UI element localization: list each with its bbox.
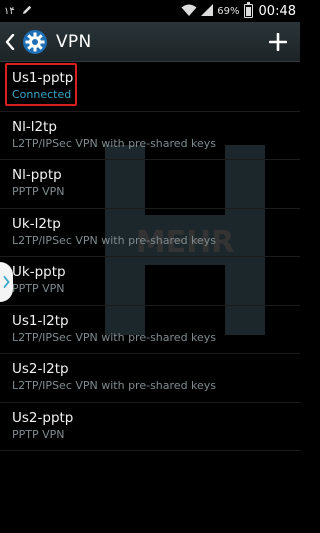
vpn-item-name: Uk-pptp	[12, 264, 66, 280]
vpn-item-nl-l2tp[interactable]: Nl-l2tp L2TP/IPSec VPN with pre-shared k…	[0, 112, 300, 160]
vpn-item-uk-l2tp[interactable]: Uk-l2tp L2TP/IPSec VPN with pre-shared k…	[0, 209, 300, 257]
vpn-item-us2-pptp[interactable]: Us2-pptp PPTP VPN	[0, 403, 300, 451]
vpn-item-name: Nl-l2tp	[12, 118, 57, 135]
action-bar: VPN	[0, 22, 300, 62]
vpn-item-status: Connected	[12, 88, 72, 101]
vpn-item-name: Us2-pptp	[12, 409, 74, 426]
status-bar: ۱۴ 69% 00:48	[0, 0, 300, 22]
chevron-right-icon	[3, 276, 10, 288]
notification-count: ۱۴	[4, 5, 15, 17]
vpn-item-type: PPTP VPN	[12, 185, 65, 198]
vpn-item-us2-l2tp[interactable]: Us2-l2tp L2TP/IPSec VPN with pre-shared …	[0, 354, 300, 403]
vpn-item-type: L2TP/IPSec VPN with pre-shared keys	[12, 379, 217, 392]
battery-icon	[243, 2, 253, 18]
vpn-item-uk-pptp[interactable]: Uk-pptp PPTP VPN	[0, 257, 300, 306]
vpn-item-name: Nl-pptp	[12, 167, 62, 183]
add-vpn-button[interactable]	[256, 22, 300, 62]
vpn-list: Us1-pptp Connected Nl-l2tp L2TP/IPSec VP…	[0, 63, 300, 451]
battery-percent: 69%	[217, 5, 240, 17]
vpn-item-us1-pptp[interactable]: Us1-pptp Connected	[0, 63, 300, 112]
gear-icon[interactable]	[20, 27, 50, 57]
vpn-item-type: PPTP VPN	[12, 282, 65, 295]
vpn-item-type: L2TP/IPSec VPN with pre-shared keys	[12, 330, 217, 344]
vpn-item-name: Uk-l2tp	[12, 215, 61, 232]
status-right: 69% 00:48	[181, 2, 296, 19]
signal-icon	[201, 3, 214, 19]
vpn-item-us1-l2tp[interactable]: Us1-l2tp L2TP/IPSec VPN with pre-shared …	[0, 306, 300, 354]
page-title: VPN	[56, 31, 92, 52]
pencil-icon	[21, 4, 33, 19]
wifi-icon	[181, 4, 197, 19]
vpn-item-type: L2TP/IPSec VPN with pre-shared keys	[12, 233, 217, 247]
vpn-item-name: Us2-l2tp	[12, 361, 69, 377]
status-left: ۱۴	[4, 4, 33, 19]
chevron-left-icon[interactable]	[2, 22, 18, 62]
vpn-item-name: Us1-pptp	[12, 70, 74, 86]
vpn-item-name: Us1-l2tp	[12, 312, 69, 329]
vpn-item-type: PPTP VPN	[12, 427, 65, 441]
vpn-item-type: L2TP/IPSec VPN with pre-shared keys	[12, 136, 217, 150]
status-clock: 00:48	[258, 3, 296, 19]
vpn-item-nl-pptp[interactable]: Nl-pptp PPTP VPN	[0, 160, 300, 209]
plus-icon	[269, 32, 287, 51]
